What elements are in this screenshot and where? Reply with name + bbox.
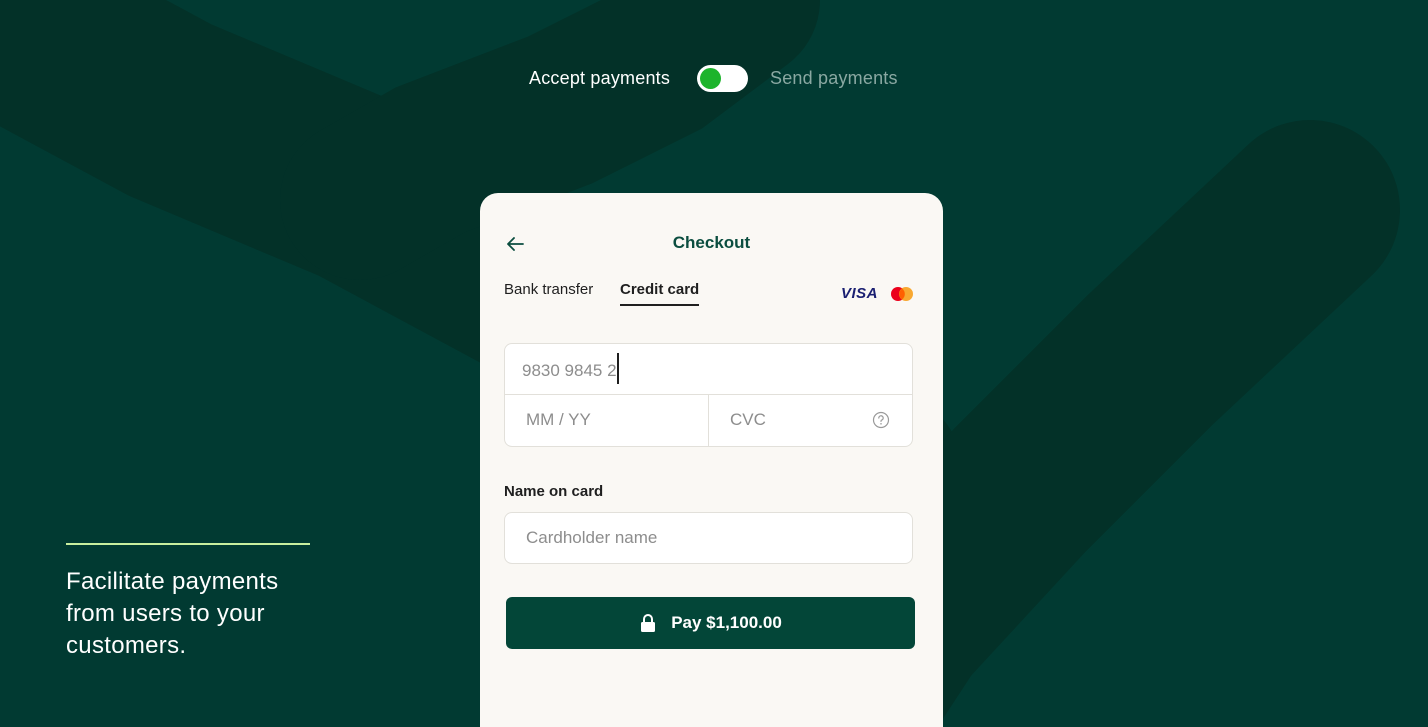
- tab-bank-transfer[interactable]: Bank transfer: [504, 281, 593, 304]
- expiry-placeholder: MM / YY: [526, 410, 591, 429]
- help-circle-icon[interactable]: [872, 411, 890, 429]
- expiry-date-input[interactable]: MM / YY: [504, 394, 709, 447]
- cardholder-name-placeholder: Cardholder name: [526, 528, 658, 547]
- visa-logo: VISA: [841, 285, 879, 302]
- text-cursor: [616, 353, 619, 384]
- checkout-title: Checkout: [672, 233, 751, 252]
- send-payments-label[interactable]: Send payments: [770, 68, 898, 89]
- caption-text: Facilitate payments from users to your c…: [66, 568, 279, 659]
- cvc-placeholder: CVC: [730, 410, 766, 429]
- toggle-knob: [700, 68, 721, 89]
- mastercard-logo: [891, 287, 913, 301]
- pay-button[interactable]: Pay $1,100.00: [506, 597, 915, 649]
- tab-credit-card[interactable]: Credit card: [620, 281, 700, 306]
- card-number-value: 9830 9845 2: [522, 353, 619, 384]
- pay-button-label: Pay $1,100.00: [671, 613, 782, 632]
- cvc-input[interactable]: CVC: [708, 394, 913, 447]
- checkout-card: Checkout Bank transfer Credit card VISA …: [480, 193, 943, 727]
- card-number-input[interactable]: 9830 9845 2: [504, 343, 913, 395]
- lock-icon: [641, 614, 656, 632]
- accept-payments-label[interactable]: Accept payments: [529, 68, 670, 89]
- payment-mode-toggle[interactable]: [697, 65, 748, 92]
- payment-mode-toggle-row: Accept payments Send payments: [0, 62, 1428, 94]
- caption-divider: [66, 543, 310, 545]
- name-on-card-label: Name on card: [504, 483, 604, 500]
- cardholder-name-input[interactable]: Cardholder name: [504, 512, 913, 564]
